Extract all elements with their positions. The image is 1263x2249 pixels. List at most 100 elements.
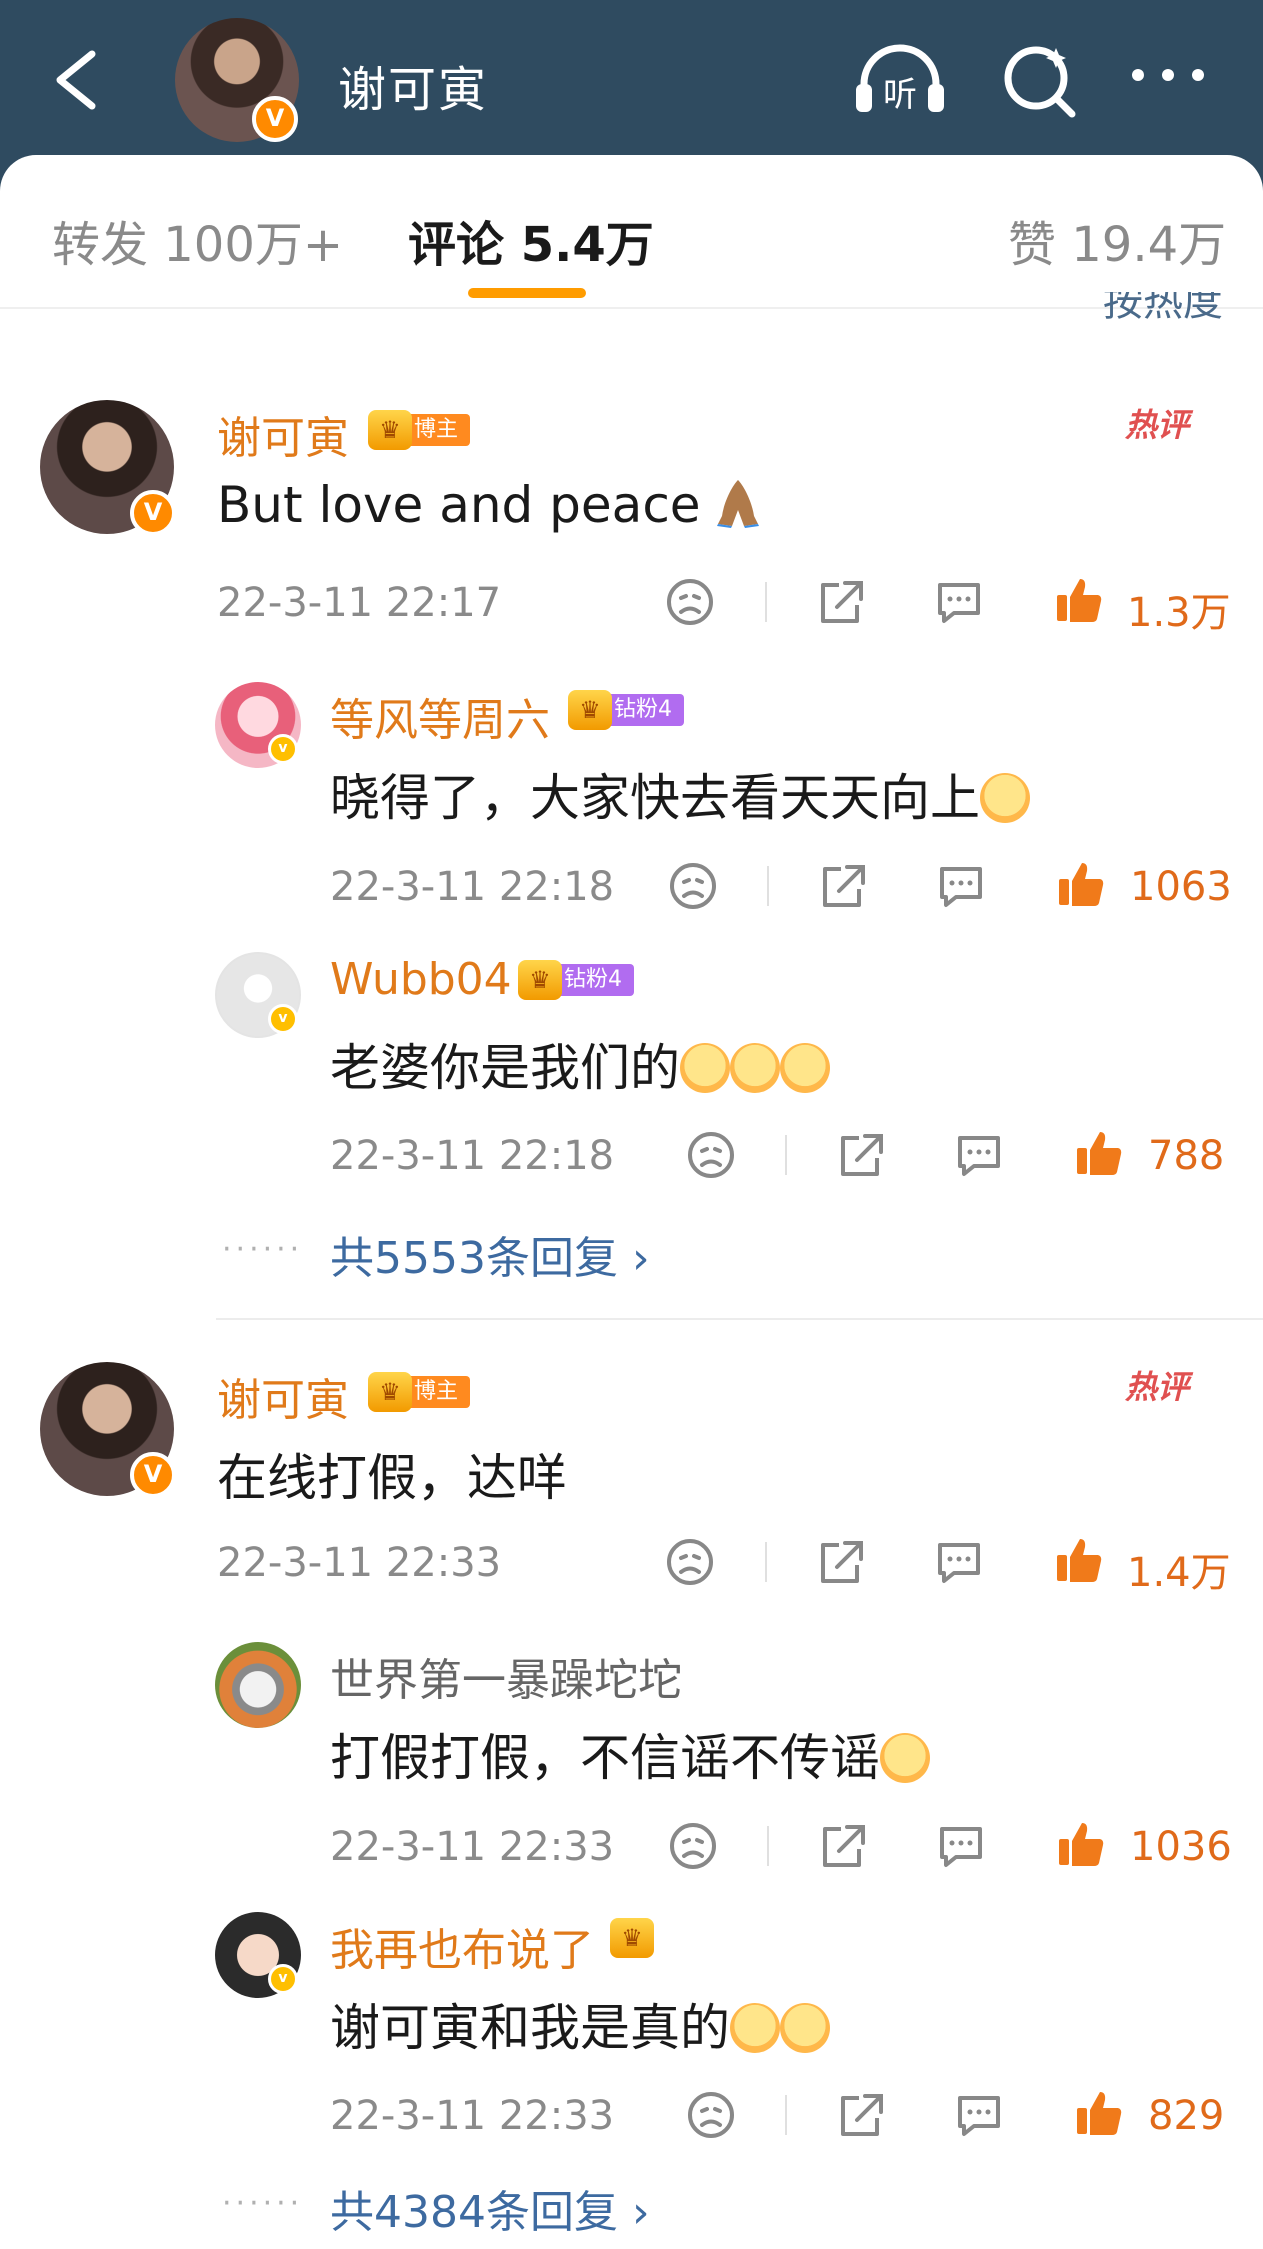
like-icon[interactable] — [1074, 1128, 1124, 1182]
verified-badge-icon: v — [268, 1004, 298, 1034]
like-count: 788 — [1148, 1133, 1225, 1179]
tab-likes[interactable]: 赞 19.4万 — [1008, 205, 1226, 275]
blush-face-emoji-icon — [780, 2003, 830, 2053]
flower-face-emoji-icon — [780, 1043, 830, 1093]
reply-text: 晓得了，大家快去看天天向上 — [330, 758, 1030, 830]
dislike-icon[interactable] — [665, 1537, 715, 1591]
like-count: 829 — [1148, 2093, 1225, 2139]
verified-badge-icon: v — [268, 1964, 298, 1994]
like-count: 1.4万 — [1127, 1550, 1231, 1596]
reply-text-body: 打假打假，不信谣不传谣 — [330, 1729, 880, 1787]
flower-face-emoji-icon — [730, 1043, 780, 1093]
reply-text-body: 谢可寅和我是真的 — [330, 1999, 730, 2057]
tab-repost[interactable]: 转发 100万+ — [52, 205, 343, 275]
search-icon[interactable] — [1000, 40, 1080, 124]
like-icon[interactable] — [1056, 859, 1106, 913]
like-icon[interactable] — [1054, 1535, 1104, 1589]
back-icon[interactable] — [48, 40, 108, 120]
like-icon[interactable] — [1056, 1819, 1106, 1873]
reply-username[interactable]: 世界第一暴躁坨坨 — [330, 1644, 682, 1708]
avatar[interactable] — [215, 1642, 301, 1728]
comment-time: 22-3-11 22:17 — [217, 580, 502, 626]
more-replies-link[interactable]: 共5553条回复 › — [330, 1222, 650, 1286]
dislike-icon[interactable] — [686, 2090, 736, 2144]
more-options-icon[interactable] — [1128, 60, 1208, 94]
share-icon[interactable] — [817, 1821, 867, 1875]
flower-face-emoji-icon — [980, 773, 1030, 823]
action-separator — [767, 1826, 769, 1866]
verified-badge-icon: V — [130, 1452, 176, 1498]
shy-face-emoji-icon — [880, 1733, 930, 1783]
action-separator — [765, 1542, 767, 1582]
dislike-icon[interactable] — [665, 577, 715, 631]
reply-icon[interactable] — [954, 1130, 1004, 1184]
reply-icon[interactable] — [954, 2090, 1004, 2144]
reply-time: 22-3-11 22:18 — [330, 1133, 615, 1179]
blogger-badge-label: 博主 — [406, 1376, 471, 1408]
blush-face-emoji-icon — [730, 2003, 780, 2053]
reply-username[interactable]: Wubb04 — [330, 954, 512, 1005]
fan-badge-label: 钻粉4 — [606, 694, 684, 726]
crown-icon: ♛ — [568, 690, 612, 730]
reply-text: 谢可寅和我是真的 — [330, 1988, 830, 2060]
share-icon[interactable] — [817, 861, 867, 915]
blogger-badge: ♛ 博主 — [368, 410, 471, 450]
share-icon[interactable] — [815, 577, 865, 631]
action-separator — [765, 582, 767, 622]
tab-divider — [0, 307, 1263, 309]
listen-label: 听 — [883, 75, 917, 115]
fan-badge: ♛ 钻粉4 — [518, 960, 634, 1000]
listen-icon[interactable]: 听 — [850, 40, 950, 124]
fan-badge-label: 钻粉4 — [556, 964, 634, 996]
more-replies-dots: ······ — [222, 2186, 304, 2221]
action-separator — [785, 1135, 787, 1175]
like-count: 1.3万 — [1127, 590, 1231, 636]
tab-active-indicator — [468, 288, 586, 298]
reply-text: 老婆你是我们的 — [330, 1028, 830, 1100]
action-separator — [785, 2095, 787, 2135]
comment-text: 在线打假，达咩 — [217, 1449, 567, 1507]
reply-text-body: 老婆你是我们的 — [330, 1039, 680, 1097]
fan-badge: ♛ — [610, 1918, 654, 1958]
share-icon[interactable] — [815, 1537, 865, 1591]
blogger-badge: ♛ 博主 — [368, 1372, 471, 1412]
comment-username[interactable]: 谢可寅 — [217, 402, 349, 466]
reply-icon[interactable] — [936, 1821, 986, 1875]
reply-username[interactable]: 等风等周六 — [330, 684, 550, 748]
reply-icon[interactable] — [934, 577, 984, 631]
more-replies-link[interactable]: 共4384条回复 › — [330, 2176, 650, 2240]
blogger-badge-label: 博主 — [406, 414, 471, 446]
reply-icon[interactable] — [936, 861, 986, 915]
dislike-icon[interactable] — [668, 1821, 718, 1875]
like-icon[interactable] — [1074, 2088, 1124, 2142]
crown-icon: ♛ — [368, 1372, 412, 1412]
sort-toggle[interactable]: 按热度 — [1103, 292, 1223, 322]
comment-time: 22-3-11 22:33 — [217, 1540, 502, 1586]
reply-text: 打假打假，不信谣不传谣 — [330, 1718, 930, 1790]
comment-text: But love and peace — [217, 476, 760, 534]
dislike-icon[interactable] — [668, 861, 718, 915]
hot-comment-label: 热评 — [1125, 1368, 1190, 1406]
dislike-icon[interactable] — [686, 1130, 736, 1184]
flower-face-emoji-icon — [680, 1043, 730, 1093]
reply-time: 22-3-11 22:33 — [330, 2093, 615, 2139]
reply-icon[interactable] — [934, 1537, 984, 1591]
verified-badge-icon: V — [252, 96, 298, 142]
pray-hands-icon — [716, 476, 760, 528]
fan-badge: ♛ 钻粉4 — [568, 690, 684, 730]
tab-comments[interactable]: 评论 5.4万 — [408, 205, 654, 275]
verified-badge-icon: V — [130, 490, 176, 536]
comment-username[interactable]: 谢可寅 — [217, 1364, 349, 1428]
reply-username[interactable]: 我再也布说了 — [330, 1914, 594, 1978]
like-icon[interactable] — [1054, 575, 1104, 629]
like-count: 1063 — [1130, 864, 1232, 910]
comment-text-body: But love and peace — [217, 476, 717, 534]
crown-icon: ♛ — [518, 960, 562, 1000]
action-separator — [767, 866, 769, 906]
hot-comment-label: 热评 — [1125, 406, 1190, 444]
share-icon[interactable] — [835, 1130, 885, 1184]
reply-time: 22-3-11 22:33 — [330, 1824, 615, 1870]
share-icon[interactable] — [835, 2090, 885, 2144]
like-count: 1036 — [1130, 1824, 1232, 1870]
comment-divider — [216, 1318, 1263, 1320]
